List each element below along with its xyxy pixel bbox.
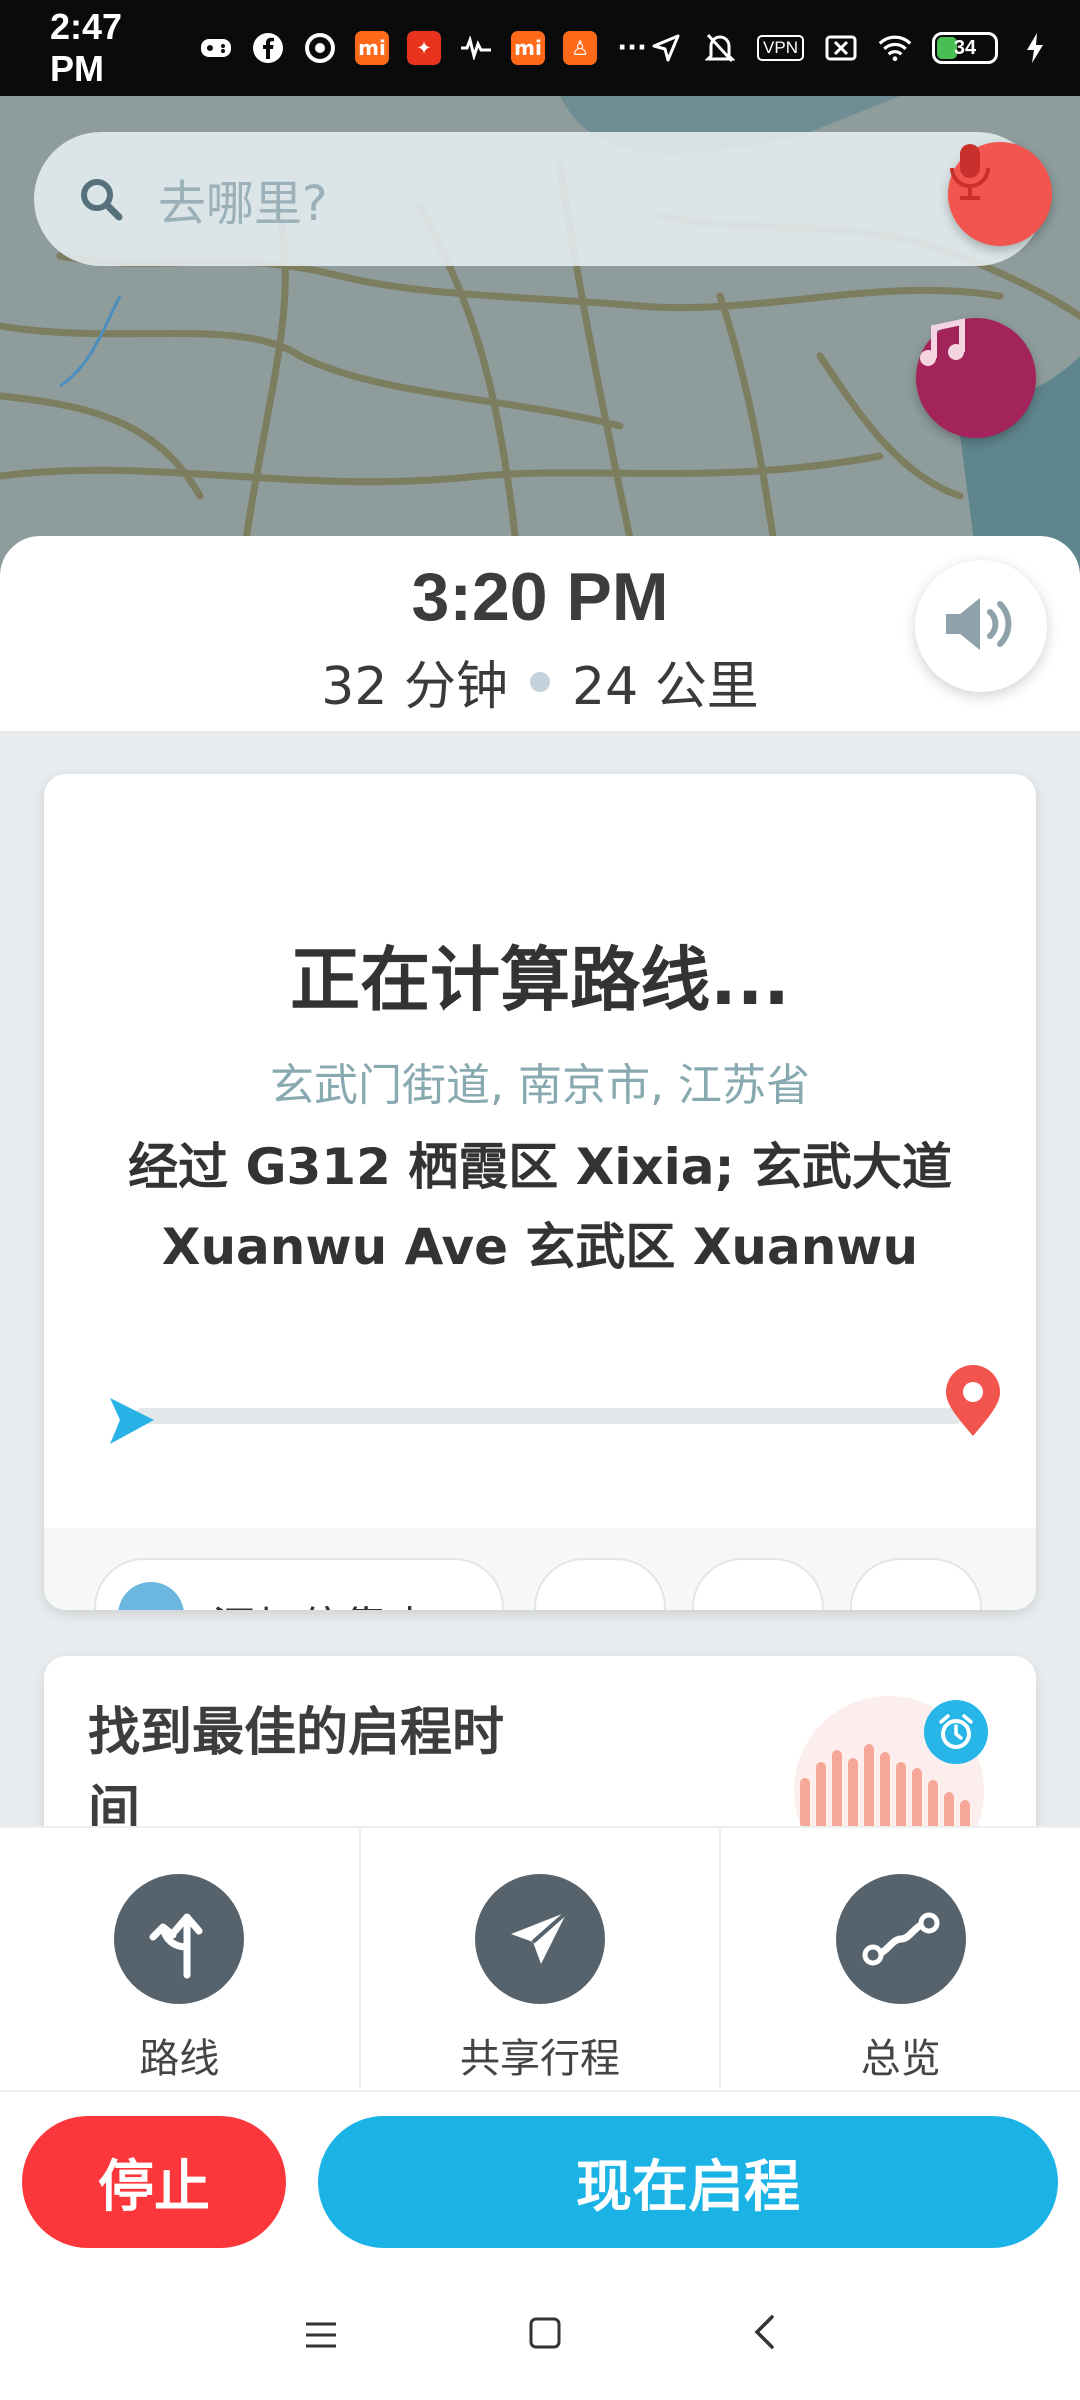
more-notifications-icon: ··· [617, 33, 647, 63]
map-view[interactable]: 去哪里? [0, 96, 1080, 586]
best-departure-title: 找到最佳的启程时间 [88, 1703, 505, 1836]
go-now-button[interactable]: 现在启程 [318, 2116, 1058, 2248]
parking-chip[interactable] [850, 1558, 982, 1610]
vpn-badge: VPN [757, 35, 804, 61]
separator-dot [530, 671, 550, 692]
wifi-icon [878, 31, 912, 65]
stop-button[interactable]: 停止 [22, 2116, 286, 2248]
sound-settings-button[interactable] [915, 560, 1047, 692]
overview-label: 总览 [860, 2036, 941, 2082]
mi-app-icon-2: mi [511, 31, 546, 65]
mute-bell-icon [703, 31, 737, 65]
trip-duration: 32 分钟 [321, 657, 508, 717]
best-departure-card[interactable]: 找到最佳的启程时间 [44, 1656, 1036, 1836]
trip-summary: 32 分钟 24 公里 [0, 644, 1080, 719]
search-icon [78, 176, 124, 222]
location-icon [649, 31, 683, 65]
back-nav-icon[interactable] [752, 2310, 776, 2361]
add-stop-icon [118, 1582, 184, 1610]
add-stop-chip[interactable]: 添加停靠点 [94, 1558, 504, 1610]
route-card: 正在计算路线... 玄武门街道, 南京市, 江苏省 经过 G312 栖霞区 Xi… [44, 774, 1036, 1610]
trip-actions: 路线 共享行程 总览 [0, 1826, 1080, 2092]
activity-icon [459, 31, 493, 65]
route-fork-icon [114, 1874, 245, 2004]
stop-options-strip: 添加停靠点 [44, 1528, 1036, 1610]
status-time: 2:47 PM [50, 6, 123, 89]
shopping-app-icon: ✦ [407, 31, 442, 65]
system-icons: VPN 34 [649, 31, 1052, 65]
music-button[interactable] [916, 318, 1036, 438]
start-arrow-icon [104, 1394, 158, 1452]
bottom-bar: 停止 现在启程 [0, 2092, 1080, 2400]
share-trip-label: 共享行程 [460, 2036, 620, 2082]
person-app-icon: ♙ [563, 31, 598, 65]
eta-panel: 3:20 PM 32 分钟 24 公里 [0, 536, 1080, 731]
route-status-title: 正在计算路线... [290, 939, 790, 1021]
gas-station-chip[interactable] [534, 1558, 666, 1610]
gamepad-icon [199, 31, 233, 65]
send-icon [475, 1874, 605, 2004]
circle-app-icon [303, 31, 337, 65]
search-bar[interactable]: 去哪里? [34, 132, 1052, 266]
speaker-icon [942, 592, 1020, 660]
destination-address: 玄武门街道, 南京市, 江苏省 [270, 1060, 810, 1111]
progress-track [134, 1408, 964, 1424]
home-nav-icon[interactable] [528, 2310, 562, 2361]
facebook-icon [251, 31, 285, 65]
restaurant-chip[interactable] [692, 1558, 824, 1610]
overview-icon [835, 1874, 966, 2004]
notification-icons: mi ✦ mi ♙ ··· [199, 31, 649, 65]
share-trip-action[interactable]: 共享行程 [361, 1828, 722, 2090]
sim-x-icon [824, 31, 858, 65]
battery-indicator: 34 [932, 32, 998, 64]
routes-action[interactable]: 路线 [0, 1828, 361, 2090]
add-stop-label: 添加停靠点 [212, 1592, 432, 1610]
routes-label: 路线 [139, 2036, 220, 2082]
alarm-clock-icon [924, 1700, 988, 1764]
status-bar: 2:47 PM mi ✦ mi ♙ ··· VPN 34 [0, 0, 1080, 96]
overview-action[interactable]: 总览 [721, 1828, 1080, 2090]
voice-search-button[interactable] [948, 142, 1052, 246]
destination-pin-icon [942, 1364, 1004, 1442]
system-nav-bar [0, 2270, 1080, 2400]
route-via: 经过 G312 栖霞区 Xixia; 玄武大道 Xuanwu Ave 玄武区 X… [128, 1138, 952, 1276]
mi-app-icon: mi [355, 31, 390, 65]
route-progress [104, 1365, 1004, 1444]
trip-distance: 24 公里 [572, 657, 759, 717]
charging-icon [1018, 31, 1052, 65]
menu-nav-icon[interactable] [304, 2310, 338, 2361]
search-placeholder: 去哪里? [158, 176, 328, 232]
